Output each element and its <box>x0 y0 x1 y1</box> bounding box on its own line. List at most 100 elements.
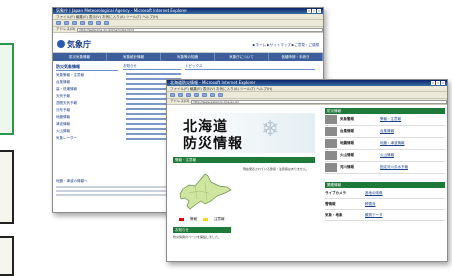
back-icon[interactable] <box>170 93 175 97</box>
left-item[interactable]: 地震情報 <box>56 115 118 120</box>
refresh-icon[interactable] <box>80 21 85 25</box>
row-label: 気象・地象 <box>325 212 343 217</box>
row-label: 台風情報 <box>340 129 354 133</box>
right-row[interactable]: 雪情報 積雪深 <box>325 199 445 210</box>
row-label: 火山情報 <box>340 153 354 157</box>
back-toolbar <box>53 20 323 27</box>
nav-tab[interactable]: 気象統計情報 <box>107 53 161 61</box>
banner: 北海道 防災情報 ❄ <box>173 113 315 153</box>
row-link[interactable]: 警報・注意報 <box>380 117 401 122</box>
front-toolbar <box>167 92 447 99</box>
home-icon[interactable] <box>88 21 93 25</box>
row-label: 河川情報 <box>340 165 354 169</box>
left-panel-text: 現在発表されている警報・注意報はありません。 <box>243 167 309 171</box>
nav-tab[interactable]: 気象庁について <box>215 53 269 61</box>
address-input[interactable]: http://www.jma.go.jp/jma/index.html <box>77 27 323 32</box>
forward-icon[interactable] <box>178 93 183 97</box>
minimize-button[interactable] <box>431 81 435 85</box>
left-item[interactable]: 分布予報 <box>56 108 118 113</box>
nav-tab[interactable]: 気象等の知識 <box>161 53 215 61</box>
bottom-link[interactable]: 地震・津波の情報へ <box>56 179 176 184</box>
nav-tab[interactable]: 各種申請・手続き <box>269 53 323 61</box>
refresh-icon[interactable] <box>194 93 199 97</box>
nav-tab[interactable]: 防災気象情報 <box>53 53 107 61</box>
back-nav-strip: 防災気象情報 気象統計情報 気象等の知識 気象庁について 各種申請・手続き <box>53 53 323 61</box>
right-row[interactable]: 河川情報 指定河川洪水予報 <box>325 162 445 174</box>
left-item[interactable]: 火山情報 <box>56 129 118 134</box>
news-head: お知らせ <box>173 227 231 233</box>
row-icon <box>325 163 337 172</box>
stop-icon[interactable] <box>186 93 191 97</box>
close-button[interactable] <box>441 81 445 85</box>
side-box-green <box>0 43 14 135</box>
favorites-icon[interactable] <box>104 21 109 25</box>
maximize-button[interactable] <box>436 81 440 85</box>
right-panel: 防災情報 気象警報 警報・注意報 台風情報 台風情報 地震情報 地震・津波情報 … <box>325 108 445 221</box>
address-label: アドレス(D) <box>170 99 190 103</box>
hokkaido-shape <box>179 173 232 210</box>
row-link[interactable]: 積雪深 <box>365 202 376 207</box>
search-icon[interactable] <box>210 93 215 97</box>
banner-title-line2: 防災情報 <box>183 136 243 152</box>
address-input[interactable]: http://www.sapporo-jma.go.jp/ <box>191 99 447 104</box>
advisory-legend-label: 注意報 <box>214 217 225 221</box>
left-item[interactable]: 週間天気予報 <box>56 101 118 106</box>
right-row[interactable]: 気象警報 警報・注意報 <box>325 114 445 126</box>
left-item[interactable]: 台風情報 <box>56 80 118 85</box>
favorites-icon[interactable] <box>218 93 223 97</box>
news-text: 防災情報のページを開設しました。 <box>173 235 221 239</box>
row-link[interactable]: 各地の映像 <box>365 191 383 196</box>
back-icon[interactable] <box>56 21 61 25</box>
advisory-swatch <box>203 218 208 221</box>
row-icon <box>325 115 337 124</box>
close-button[interactable] <box>317 9 321 13</box>
home-icon[interactable] <box>202 93 207 97</box>
warning-legend-label: 警報 <box>190 217 197 221</box>
front-browser-window: 北海道防災情報 - Microsoft Internet Explorer ファ… <box>166 79 448 262</box>
left-item[interactable]: 天気予報 <box>56 94 118 99</box>
row-label: ライブカメラ <box>325 190 346 195</box>
row-link[interactable]: 指定河川洪水予報 <box>380 165 408 170</box>
maximize-button[interactable] <box>312 9 316 13</box>
row-link[interactable]: 観測データ <box>365 213 383 218</box>
stop-icon[interactable] <box>72 21 77 25</box>
front-page-body: 北海道 防災情報 ❄ 警報・注意報 現在発表されている警報・注意報はありません。… <box>167 105 447 261</box>
left-heading: 防災気象情報 <box>56 64 118 71</box>
search-icon[interactable] <box>96 21 101 25</box>
minimize-button[interactable] <box>307 9 311 13</box>
row-link[interactable]: 火山情報 <box>380 153 394 158</box>
address-label: アドレス(D) <box>56 27 76 31</box>
map-legend: 警報 注意報 <box>179 217 225 222</box>
back-page-header: 気象庁 ▶ホーム ▶サイトマップ ▶ご意見・ご感想 <box>53 33 323 53</box>
hokkaido-map <box>179 173 232 210</box>
right-row[interactable]: ライブカメラ 各地の映像 <box>325 188 445 199</box>
forward-icon[interactable] <box>64 21 69 25</box>
row-label: 雪情報 <box>325 201 336 206</box>
bottom-section: 地震・津波の情報へ <box>56 179 176 198</box>
row-label: 気象警報 <box>340 117 354 121</box>
site-logo: 気象庁 <box>67 40 91 49</box>
header-links[interactable]: ▶ホーム ▶サイトマップ ▶ご意見・ご感想 <box>253 43 319 48</box>
right-row[interactable]: 気象・地象 観測データ <box>325 210 445 221</box>
row-link[interactable]: 台風情報 <box>380 129 394 134</box>
right-row[interactable]: 台風情報 台風情報 <box>325 126 445 138</box>
side-box-bottom <box>0 236 14 276</box>
right-row[interactable]: 地震情報 地震・津波情報 <box>325 138 445 150</box>
row-icon <box>325 139 337 148</box>
right-row[interactable]: 火山情報 火山情報 <box>325 150 445 162</box>
row-link[interactable]: 地震・津波情報 <box>380 141 405 146</box>
left-item[interactable]: 高・低潮情報 <box>56 87 118 92</box>
left-item[interactable]: 気象警報・注意報 <box>56 73 118 78</box>
jma-logo-icon <box>57 40 65 48</box>
right-column: トピックス <box>185 64 315 70</box>
left-column: 防災気象情報 気象警報・注意報 台風情報 高・低潮情報 天気予報 週間天気予報 … <box>56 64 118 141</box>
row-icon <box>325 127 337 136</box>
left-item[interactable]: 津波情報 <box>56 122 118 127</box>
left-item[interactable]: 気象レーダー <box>56 136 118 141</box>
right-heading: トピックス <box>185 64 315 70</box>
left-panel-head: 警報・注意報 <box>173 157 315 163</box>
side-box-middle <box>0 150 14 224</box>
warning-swatch <box>179 218 184 221</box>
mid-heading: お知らせ <box>123 64 181 70</box>
row-icon <box>325 151 337 160</box>
